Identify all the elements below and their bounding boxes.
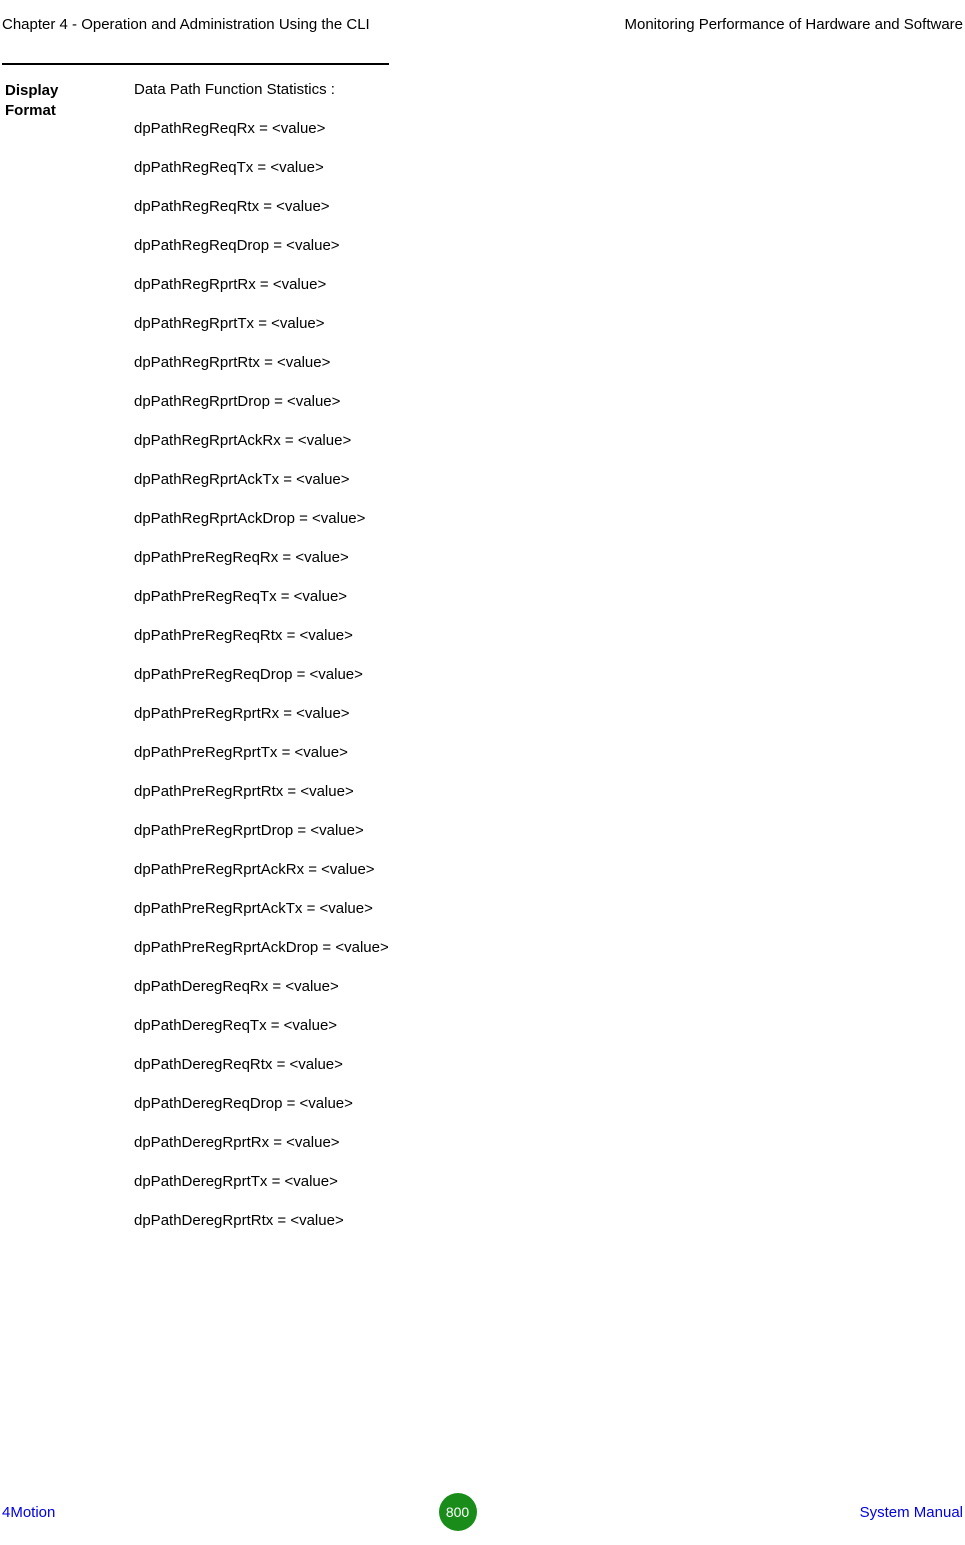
- stat-line: dpPathPreRegReqRx = <value>: [134, 549, 389, 566]
- stats-cell: Data Path Function Statistics : dpPathRe…: [120, 63, 389, 1251]
- label-cell: Display Format: [2, 63, 120, 122]
- footer-right: System Manual: [860, 1504, 963, 1521]
- stat-line: dpPathRegRprtDrop = <value>: [134, 393, 389, 410]
- stats-title: Data Path Function Statistics :: [134, 81, 389, 98]
- stat-line: dpPathDeregRprtTx = <value>: [134, 1173, 389, 1190]
- stat-line: dpPathRegRprtAckTx = <value>: [134, 471, 389, 488]
- stat-line: dpPathRegReqRx = <value>: [134, 120, 389, 137]
- header: Chapter 4 - Operation and Administration…: [0, 0, 965, 63]
- stat-line: dpPathRegRprtTx = <value>: [134, 315, 389, 332]
- stat-line: dpPathRegReqTx = <value>: [134, 159, 389, 176]
- stat-line: dpPathDeregReqRx = <value>: [134, 978, 389, 995]
- stat-line: dpPathPreRegReqRtx = <value>: [134, 627, 389, 644]
- stat-line: dpPathRegRprtAckRx = <value>: [134, 432, 389, 449]
- stat-line: dpPathDeregReqTx = <value>: [134, 1017, 389, 1034]
- stat-line: dpPathDeregReqRtx = <value>: [134, 1056, 389, 1073]
- stats-container: dpPathRegReqRx = <value> dpPathRegReqTx =…: [134, 120, 389, 1229]
- stat-line: dpPathPreRegReqTx = <value>: [134, 588, 389, 605]
- footer: 4Motion 800 System Manual: [0, 1493, 965, 1531]
- stat-line: dpPathPreRegRprtAckRx = <value>: [134, 861, 389, 878]
- header-left: Chapter 4 - Operation and Administration…: [0, 16, 370, 33]
- stat-line: dpPathPreRegRprtRtx = <value>: [134, 783, 389, 800]
- stat-line: dpPathPreRegReqDrop = <value>: [134, 666, 389, 683]
- stat-line: dpPathDeregRprtRx = <value>: [134, 1134, 389, 1151]
- stat-line: dpPathPreRegRprtRx = <value>: [134, 705, 389, 722]
- footer-left: 4Motion: [2, 1504, 55, 1521]
- stat-line: dpPathRegReqRtx = <value>: [134, 198, 389, 215]
- stat-line: dpPathDeregReqDrop = <value>: [134, 1095, 389, 1112]
- stat-line: dpPathPreRegRprtAckDrop = <value>: [134, 939, 389, 956]
- label-line1: Display: [5, 81, 120, 101]
- stat-line: dpPathRegRprtAckDrop = <value>: [134, 510, 389, 527]
- stat-line: dpPathRegRprtRtx = <value>: [134, 354, 389, 371]
- stat-line: dpPathPreRegRprtAckTx = <value>: [134, 900, 389, 917]
- stat-line: dpPathRegRprtRx = <value>: [134, 276, 389, 293]
- stat-line: dpPathPreRegRprtDrop = <value>: [134, 822, 389, 839]
- label-line2: Format: [5, 101, 120, 121]
- stat-line: dpPathRegReqDrop = <value>: [134, 237, 389, 254]
- header-right: Monitoring Performance of Hardware and S…: [625, 16, 965, 33]
- stat-line: dpPathDeregRprtRtx = <value>: [134, 1212, 389, 1229]
- stat-line: dpPathPreRegRprtTx = <value>: [134, 744, 389, 761]
- page-number-badge: 800: [439, 1493, 477, 1531]
- content-row: Display Format Data Path Function Statis…: [0, 63, 965, 1251]
